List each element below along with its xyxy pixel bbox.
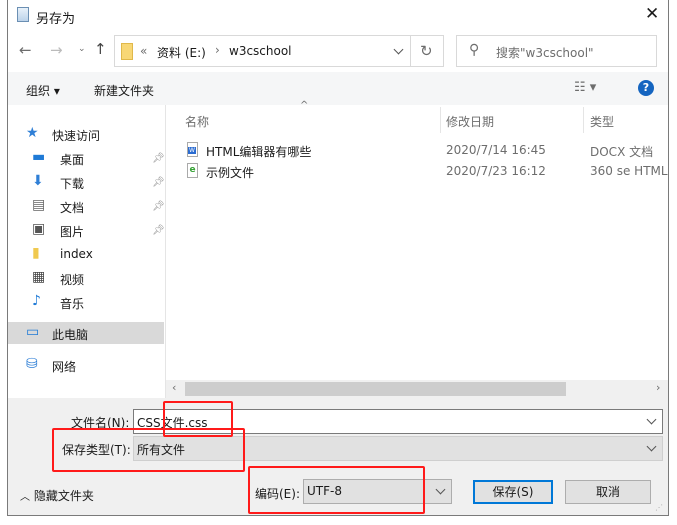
sort-ascending-icon: ^ xyxy=(300,100,309,111)
sidebar-item-label: index xyxy=(60,247,93,261)
highlight-box xyxy=(52,428,245,472)
pin-icon[interactable]: 📌︎ xyxy=(152,225,165,236)
sidebar-item[interactable]: ⛁ 网络 xyxy=(8,354,164,376)
cancel-button[interactable]: 取消 xyxy=(565,480,651,504)
search-icon: ⚲ xyxy=(469,42,480,58)
file-row[interactable]: e 示例文件 2020/7/23 16:12 360 se HTML xyxy=(180,162,668,182)
sidebar-item[interactable]: ▣ 图片 📌︎ xyxy=(8,219,165,241)
chevron-down-icon[interactable] xyxy=(393,44,404,55)
chevron-up-icon: ︿ xyxy=(20,492,30,503)
search-input[interactable]: ⚲ 搜索"w3cschool" xyxy=(456,35,657,67)
folder-icon xyxy=(121,43,133,60)
hide-folders-toggle[interactable]: ︿ 隐藏文件夹 xyxy=(20,487,94,504)
breadcrumb-separator: › xyxy=(215,43,220,57)
column-header-type[interactable]: 类型 xyxy=(590,113,614,130)
network-icon: ⛁ xyxy=(26,356,38,372)
column-header-date[interactable]: 修改日期 xyxy=(446,113,494,130)
sidebar-item-label: 桌面 xyxy=(60,153,85,167)
sidebar-item[interactable]: ♪ 音乐 xyxy=(8,291,164,313)
sidebar-item[interactable]: ▦ 视频 xyxy=(8,267,164,289)
pin-icon[interactable]: 📌︎ xyxy=(152,177,165,188)
horizontal-scrollbar[interactable]: ‹ › xyxy=(166,380,668,398)
scrollbar-thumb[interactable] xyxy=(185,382,566,396)
view-options-icon[interactable]: ☷ ▾ xyxy=(574,80,596,95)
resize-grip-icon[interactable]: ⋰ xyxy=(655,503,663,512)
breadcrumb-drive[interactable]: 资料 (E:) xyxy=(157,44,206,61)
back-icon[interactable]: ← xyxy=(19,41,32,59)
sidebar-item-label: 下载 xyxy=(60,177,85,191)
sidebar-item-label: 视频 xyxy=(60,273,85,287)
chevron-down-icon[interactable] xyxy=(646,414,657,425)
sidebar-item[interactable]: ▭ 此电脑 xyxy=(8,322,164,344)
music-icon: ♪ xyxy=(32,293,41,309)
download-icon: ⬇ xyxy=(32,173,44,189)
file-name: 示例文件 xyxy=(206,166,255,180)
chevron-down-icon[interactable] xyxy=(435,484,446,495)
close-icon[interactable]: ✕ xyxy=(645,4,659,24)
sidebar-item-label: 文档 xyxy=(60,201,85,215)
video-icon: ▦ xyxy=(32,269,46,285)
search-placeholder: 搜索"w3cschool" xyxy=(496,46,594,60)
sidebar-item-label: 快速访问 xyxy=(52,129,101,143)
address-bar[interactable]: « 资料 (E:) › w3cschool ↻ xyxy=(114,35,444,67)
sidebar-item-label: 音乐 xyxy=(60,297,85,311)
file-type: 360 se HTML xyxy=(590,164,668,178)
sidebar-item-label: 此电脑 xyxy=(52,328,89,342)
hide-folders-label: 隐藏文件夹 xyxy=(33,489,94,503)
pin-icon[interactable]: 📌︎ xyxy=(152,153,165,164)
notepad-icon xyxy=(17,7,29,22)
sidebar-item[interactable]: ★ 快速访问 xyxy=(8,123,164,145)
highlight-box xyxy=(248,466,425,514)
folder-icon: ▮ xyxy=(32,245,40,261)
computer-icon: ▭ xyxy=(26,324,40,340)
pin-icon[interactable]: 📌︎ xyxy=(152,201,165,212)
sidebar-item-label: 网络 xyxy=(52,360,77,374)
help-icon[interactable]: ? xyxy=(638,80,654,96)
new-folder-button[interactable]: 新建文件夹 xyxy=(94,82,154,99)
sidebar-item[interactable]: ▮ index xyxy=(8,243,164,265)
path-overflow[interactable]: « xyxy=(140,44,147,58)
file-date: 2020/7/14 16:45 xyxy=(446,143,546,157)
sidebar-item[interactable]: ▬ 桌面 📌︎ xyxy=(8,147,165,169)
dialog-title: 另存为 xyxy=(36,12,76,27)
file-row[interactable]: W HTML编辑器有哪些 2020/7/14 16:45 DOCX 文档 xyxy=(180,141,668,161)
file-date: 2020/7/23 16:12 xyxy=(446,164,546,178)
save-button[interactable]: 保存(S) xyxy=(473,480,553,504)
sidebar-item-label: 图片 xyxy=(60,225,85,239)
organize-button[interactable]: 组织 ▾ xyxy=(26,82,60,99)
recent-chevron-icon[interactable]: ⌄ xyxy=(78,44,86,54)
chevron-down-icon[interactable] xyxy=(646,441,657,452)
sidebar-item[interactable]: ⬇ 下载 📌︎ xyxy=(8,171,165,193)
breadcrumb-folder[interactable]: w3cschool xyxy=(229,44,292,58)
document-icon: ▤ xyxy=(32,197,46,213)
file-name: HTML编辑器有哪些 xyxy=(206,145,312,159)
forward-icon[interactable]: → xyxy=(50,41,63,59)
column-header-name[interactable]: 名称 xyxy=(185,113,209,130)
refresh-icon[interactable]: ↻ xyxy=(420,42,433,60)
file-type: DOCX 文档 xyxy=(590,145,654,159)
star-icon: ★ xyxy=(26,125,39,141)
sidebar-item[interactable]: ▤ 文档 📌︎ xyxy=(8,195,165,217)
picture-icon: ▣ xyxy=(32,221,46,237)
up-icon[interactable]: ↑ xyxy=(94,40,107,58)
desktop-icon: ▬ xyxy=(32,149,46,165)
